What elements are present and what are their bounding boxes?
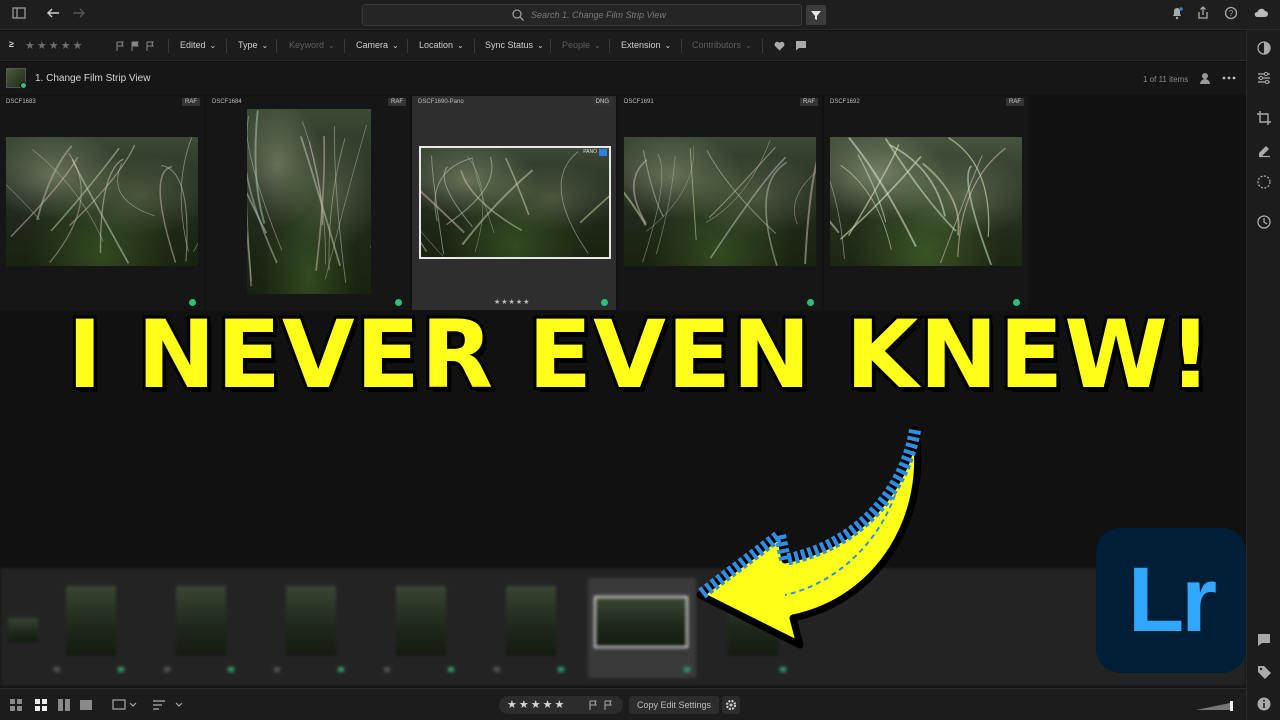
bottom-bar: ★★★★★ Copy Edit Settings xyxy=(0,688,1246,720)
filter-location[interactable]: Location ⌄ xyxy=(419,40,464,50)
photo-type-badge: RAF xyxy=(182,98,200,106)
notification-bell-icon[interactable] xyxy=(1168,6,1186,24)
filter-contributors: Contributors ⌄ xyxy=(692,40,752,50)
sync-badge-icon xyxy=(20,82,27,89)
photo-filename: DSCF1684 xyxy=(212,99,242,105)
photo-filename: DSCF1692 xyxy=(830,99,860,105)
back-arrow-icon[interactable] xyxy=(44,6,62,24)
item-count: 1 of 11 items xyxy=(1143,75,1189,84)
more-options-icon[interactable] xyxy=(1222,76,1236,80)
photo-type-badge: DNG xyxy=(592,98,612,106)
search-placeholder: Search 1. Change Film Strip View xyxy=(531,10,666,20)
photo-thumbnail[interactable] xyxy=(6,137,198,266)
pointing-arrow-icon xyxy=(696,426,922,649)
filter-sync-status[interactable]: Sync Status ⌄ xyxy=(485,40,544,50)
history-icon[interactable] xyxy=(1256,214,1272,230)
info-icon[interactable] xyxy=(1256,696,1272,712)
album-title: 1. Change Film Strip View xyxy=(35,73,151,84)
photo-thumbnail[interactable] xyxy=(830,137,1022,266)
photo-filename: DSCF1683 xyxy=(6,99,36,105)
photo-thumbnail[interactable] xyxy=(247,109,371,294)
slideshow-icon[interactable] xyxy=(112,698,138,712)
filter-keyword: Keyword ⌄ xyxy=(289,40,335,50)
photo-type-badge: RAF xyxy=(388,98,406,106)
settings-button[interactable] xyxy=(722,696,740,714)
top-bar: Search 1. Change Film Strip View ? xyxy=(0,0,1280,30)
filter-type[interactable]: Type ⌄ xyxy=(238,40,268,50)
album-header: 1. Change Film Strip View 1 of 11 items xyxy=(0,62,1246,94)
filmstrip-thumb-selected[interactable] xyxy=(588,578,696,678)
crop-icon[interactable] xyxy=(1256,110,1272,126)
photo-filename: DSCF1691 xyxy=(624,99,654,105)
photo-cell[interactable]: DSCF1683 RAF xyxy=(0,96,204,310)
flag-buttons-icon[interactable] xyxy=(589,700,617,711)
flag-filter-icons[interactable] xyxy=(116,41,158,52)
filter-edited[interactable]: Edited ⌄ xyxy=(180,40,216,50)
cloud-icon[interactable] xyxy=(1252,6,1270,24)
panel-toggle-icon[interactable] xyxy=(10,6,28,24)
photo-type-badge: RAF xyxy=(1006,98,1024,106)
filmstrip-thumb[interactable] xyxy=(488,578,570,678)
photo-type-badge: RAF xyxy=(800,98,818,106)
photo-thumbnail[interactable] xyxy=(624,137,816,266)
forward-arrow-icon[interactable] xyxy=(70,6,88,24)
rating-control[interactable]: ★★★★★ xyxy=(499,696,623,714)
help-icon[interactable]: ? xyxy=(1222,6,1240,24)
filter-extension[interactable]: Extension ⌄ xyxy=(621,40,671,50)
people-icon[interactable] xyxy=(1199,71,1213,85)
square-grid-view-icon[interactable] xyxy=(10,699,22,711)
photo-cell-selected[interactable]: DSCF1690-Pano DNG PANO ★★★★★ xyxy=(412,96,616,310)
filmstrip-thumb[interactable] xyxy=(158,578,240,678)
photo-grid-view-icon[interactable] xyxy=(35,699,47,711)
compare-view-icon[interactable] xyxy=(58,699,70,711)
svg-text:?: ? xyxy=(1229,9,1234,18)
filmstrip xyxy=(0,568,1246,686)
filter-bar: ≥ ★★★★★ Edited ⌄ Type ⌄ Keyword ⌄ Camera ⌄ L… xyxy=(0,31,1246,61)
sort-icon[interactable] xyxy=(152,698,186,712)
gear-icon xyxy=(725,699,737,711)
search-input[interactable]: Search 1. Change Film Strip View xyxy=(362,4,802,26)
share-icon[interactable] xyxy=(1194,6,1212,24)
thumbnail-size-slider[interactable] xyxy=(1196,701,1236,711)
photo-filename: DSCF1690-Pano xyxy=(418,99,464,105)
copy-edit-settings-button[interactable]: Copy Edit Settings xyxy=(629,696,719,714)
lightroom-logo: Lr xyxy=(1096,528,1246,673)
comments-panel-icon[interactable] xyxy=(1256,632,1272,648)
photo-cell[interactable]: DSCF1692 RAF xyxy=(824,96,1028,310)
edit-sliders-icon[interactable] xyxy=(1256,70,1272,86)
photo-cell[interactable]: DSCF1691 RAF xyxy=(618,96,822,310)
masking-icon[interactable] xyxy=(1256,174,1272,190)
presets-icon[interactable] xyxy=(1256,40,1272,56)
detail-view-icon[interactable] xyxy=(80,699,92,711)
funnel-icon xyxy=(811,11,821,20)
keywords-tag-icon[interactable] xyxy=(1256,664,1272,680)
headline-overlay: I NEVER EVEN KNEW! xyxy=(64,298,1215,413)
photo-cell[interactable]: DSCF1684 RAF xyxy=(206,96,410,310)
healing-eraser-icon[interactable] xyxy=(1256,142,1272,158)
photo-thumbnail[interactable]: PANO xyxy=(419,146,611,259)
rating-filter-stars[interactable]: ★★★★★ xyxy=(25,39,84,52)
rating-stars[interactable]: ★★★★★ xyxy=(507,698,566,711)
filter-camera[interactable]: Camera ⌄ xyxy=(356,40,399,50)
filter-people: People ⌄ xyxy=(562,40,601,50)
rating-comparator[interactable]: ≥ xyxy=(9,39,14,49)
photo-grid: DSCF1683 RAF DSCF1684 RAF DSCF1690-Pano … xyxy=(0,96,1246,310)
filter-button[interactable] xyxy=(806,5,826,25)
filmstrip-thumb[interactable] xyxy=(48,578,130,678)
filmstrip-thumb[interactable] xyxy=(378,578,460,678)
search-icon xyxy=(512,9,524,21)
favorite-heart-icon[interactable] xyxy=(774,41,785,51)
lightroom-logo-text: Lr xyxy=(1128,549,1217,651)
filmstrip-thumb[interactable] xyxy=(268,578,350,678)
comment-icon[interactable] xyxy=(795,40,807,51)
